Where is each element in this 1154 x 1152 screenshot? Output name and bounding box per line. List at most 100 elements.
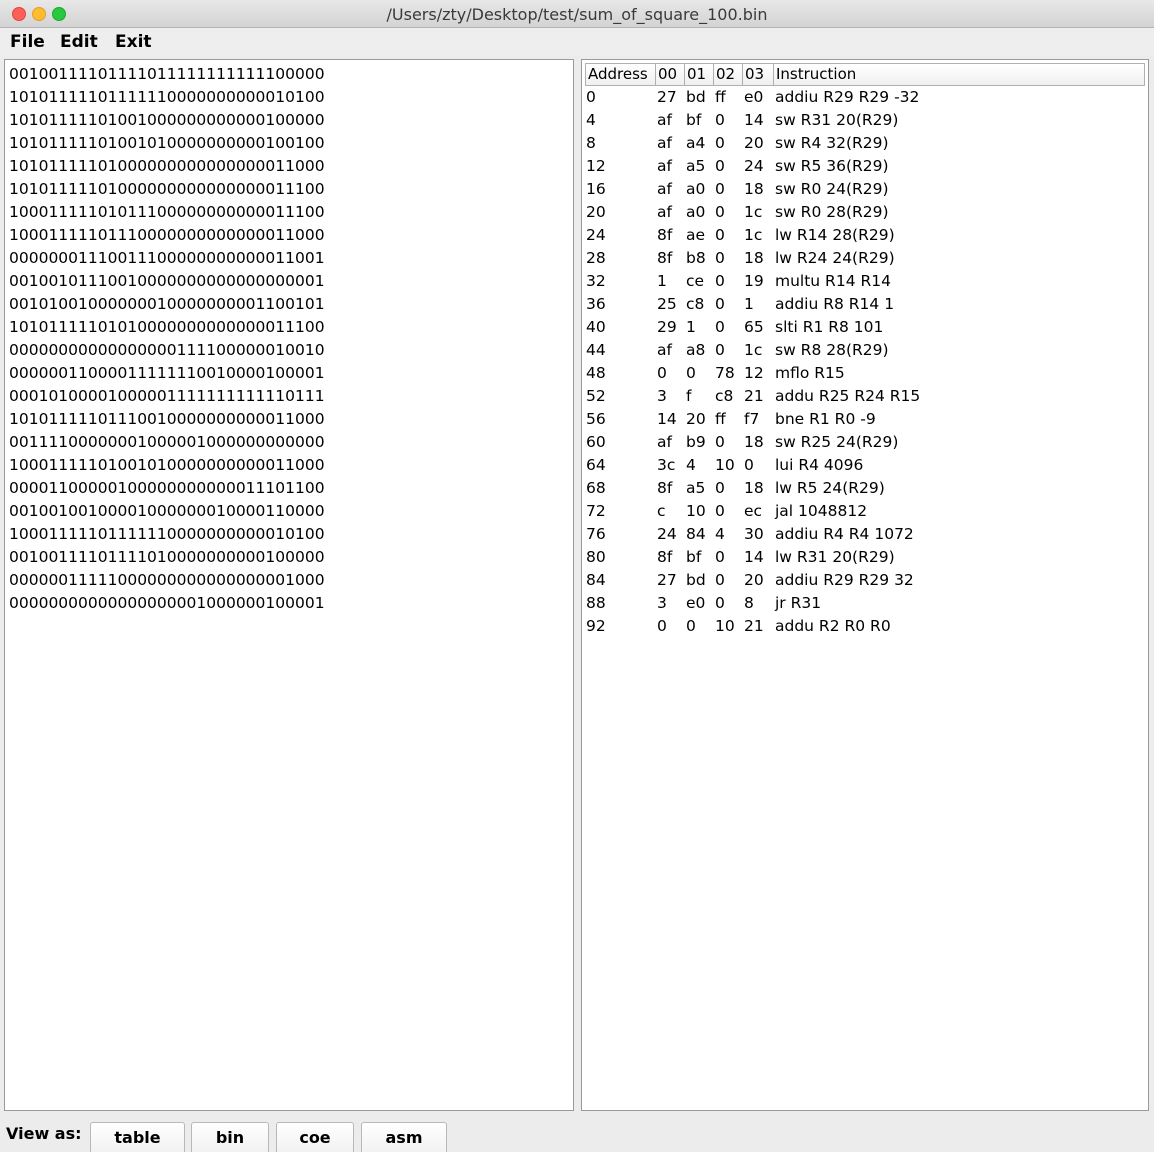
instruction-cell: jal 1048812 [775, 502, 868, 520]
instruction-cell: multu R14 R14 [775, 272, 891, 290]
byte-00-cell: af [657, 341, 672, 359]
byte-00-cell: af [657, 180, 672, 198]
binary-line: 00100111101111010000000000100000 [9, 548, 325, 566]
table-row[interactable]: 48 0 0 78 12 mflo R15 [585, 362, 1145, 385]
byte-01-cell: bf [686, 111, 702, 129]
column-header-address[interactable]: Address [586, 64, 656, 85]
byte-03-cell: 14 [744, 548, 764, 566]
byte-00-cell: 3c [657, 456, 676, 474]
byte-01-cell: bd [686, 571, 706, 589]
instruction-cell: sw R8 28(R29) [775, 341, 889, 359]
byte-03-cell: e0 [744, 88, 764, 106]
table-row[interactable]: 88 3 e0 0 8 jr R31 [585, 592, 1145, 615]
binary-line: 00100101110010000000000000000001 [9, 272, 325, 290]
byte-01-cell: 0 [686, 364, 696, 382]
byte-02-cell: 0 [715, 180, 725, 198]
byte-02-cell: 0 [715, 433, 725, 451]
table-row[interactable]: 68 8f a5 0 18 lw R5 24(R29) [585, 477, 1145, 500]
byte-01-cell: f [686, 387, 692, 405]
view-asm-button[interactable]: asm [361, 1122, 447, 1152]
binary-line: 10101111101111110000000000010100 [9, 88, 325, 106]
byte-01-cell: 84 [686, 525, 706, 543]
table-row[interactable]: 84 27 bd 0 20 addiu R29 R29 32 [585, 569, 1145, 592]
address-cell: 40 [586, 318, 606, 336]
view-table-button[interactable]: table [90, 1122, 185, 1152]
menu-file[interactable]: File [10, 32, 45, 52]
view-bin-button[interactable]: bin [191, 1122, 269, 1152]
address-cell: 24 [586, 226, 606, 244]
column-header-byte-01[interactable]: 01 [685, 64, 714, 85]
byte-03-cell: 18 [744, 433, 764, 451]
byte-02-cell: ff [715, 88, 726, 106]
instruction-cell: jr R31 [775, 594, 822, 612]
binary-line: 10001111101111110000000000010100 [9, 525, 325, 543]
column-header-byte-02[interactable]: 02 [714, 64, 743, 85]
column-header-instruction[interactable]: Instruction [774, 64, 1144, 85]
byte-03-cell: 30 [744, 525, 764, 543]
binary-line: 10001111101011100000000000011100 [9, 203, 325, 221]
table-row[interactable]: 64 3c 4 10 0 lui R4 4096 [585, 454, 1145, 477]
table-row[interactable]: 0 27 bd ff e0 addiu R29 R29 -32 [585, 86, 1145, 109]
byte-00-cell: af [657, 157, 672, 175]
instruction-cell: lw R24 24(R29) [775, 249, 895, 267]
table-row[interactable]: 60 af b9 0 18 sw R25 24(R29) [585, 431, 1145, 454]
table-row[interactable]: 24 8f ae 0 1c lw R14 28(R29) [585, 224, 1145, 247]
instruction-cell: lui R4 4096 [775, 456, 864, 474]
menu-edit[interactable]: Edit [60, 32, 98, 52]
table-row[interactable]: 56 14 20 ff f7 bne R1 R0 -9 [585, 408, 1145, 431]
byte-02-cell: 78 [715, 364, 735, 382]
byte-01-cell: a5 [686, 479, 706, 497]
table-row[interactable]: 8 af a4 0 20 sw R4 32(R29) [585, 132, 1145, 155]
byte-01-cell: bd [686, 88, 706, 106]
address-cell: 60 [586, 433, 606, 451]
table-row[interactable]: 76 24 84 4 30 addiu R4 R4 1072 [585, 523, 1145, 546]
table-row[interactable]: 52 3 f c8 21 addu R25 R24 R15 [585, 385, 1145, 408]
table-row[interactable]: 20 af a0 0 1c sw R0 28(R29) [585, 201, 1145, 224]
binary-line: 10101111101110010000000000011000 [9, 410, 325, 428]
table-row[interactable]: 16 af a0 0 18 sw R0 24(R29) [585, 178, 1145, 201]
instruction-cell: sw R25 24(R29) [775, 433, 899, 451]
instruction-cell: addu R2 R0 R0 [775, 617, 891, 635]
byte-03-cell: 8 [744, 594, 754, 612]
binary-line: 00100100100001000000010000110000 [9, 502, 325, 520]
binary-line: 00001100000100000000000011101100 [9, 479, 325, 497]
byte-01-cell: 0 [686, 617, 696, 635]
view-coe-button[interactable]: coe [276, 1122, 354, 1152]
table-row[interactable]: 36 25 c8 0 1 addiu R8 R14 1 [585, 293, 1145, 316]
byte-03-cell: 21 [744, 617, 764, 635]
byte-01-cell: c8 [686, 295, 705, 313]
byte-01-cell: 1 [686, 318, 696, 336]
address-cell: 8 [586, 134, 596, 152]
address-cell: 48 [586, 364, 606, 382]
instruction-table-panel[interactable]: Address 00 01 02 03 Instruction 0 27 bd ff e… [581, 59, 1149, 1111]
byte-03-cell: 1c [744, 203, 763, 221]
byte-01-cell: 20 [686, 410, 706, 428]
byte-03-cell: 18 [744, 249, 764, 267]
table-body: 0 27 bd ff e0 addiu R29 R29 -32 4 af bf 0 14 sw R31… [585, 86, 1145, 638]
table-row[interactable]: 28 8f b8 0 18 lw R24 24(R29) [585, 247, 1145, 270]
byte-03-cell: 1 [744, 295, 754, 313]
table-row[interactable]: 32 1 ce 0 19 multu R14 R14 [585, 270, 1145, 293]
byte-01-cell: bf [686, 548, 702, 566]
address-cell: 0 [586, 88, 596, 106]
byte-02-cell: 0 [715, 571, 725, 589]
byte-02-cell: 0 [715, 479, 725, 497]
table-row[interactable]: 40 29 1 0 65 slti R1 R8 101 [585, 316, 1145, 339]
byte-01-cell: a0 [686, 180, 706, 198]
table-row[interactable]: 12 af a5 0 24 sw R5 36(R29) [585, 155, 1145, 178]
table-row[interactable]: 80 8f bf 0 14 lw R31 20(R29) [585, 546, 1145, 569]
menu-bar: File Edit Exit [0, 28, 1154, 56]
byte-02-cell: 10 [715, 456, 735, 474]
byte-02-cell: 10 [715, 617, 735, 635]
table-row[interactable]: 44 af a8 0 1c sw R8 28(R29) [585, 339, 1145, 362]
binary-lines: 00100111101111011111111111100000 10101111… [9, 63, 325, 615]
table-row[interactable]: 92 0 0 10 21 addu R2 R0 R0 [585, 615, 1145, 638]
menu-exit[interactable]: Exit [115, 32, 152, 52]
table-row[interactable]: 4 af bf 0 14 sw R31 20(R29) [585, 109, 1145, 132]
table-row[interactable]: 72 c 10 0 ec jal 1048812 [585, 500, 1145, 523]
column-header-byte-03[interactable]: 03 [743, 64, 774, 85]
byte-01-cell: 10 [686, 502, 706, 520]
column-header-byte-00[interactable]: 00 [656, 64, 685, 85]
instruction-cell: sw R31 20(R29) [775, 111, 899, 129]
binary-text-area[interactable]: 00100111101111011111111111100000 10101111… [4, 59, 574, 1111]
